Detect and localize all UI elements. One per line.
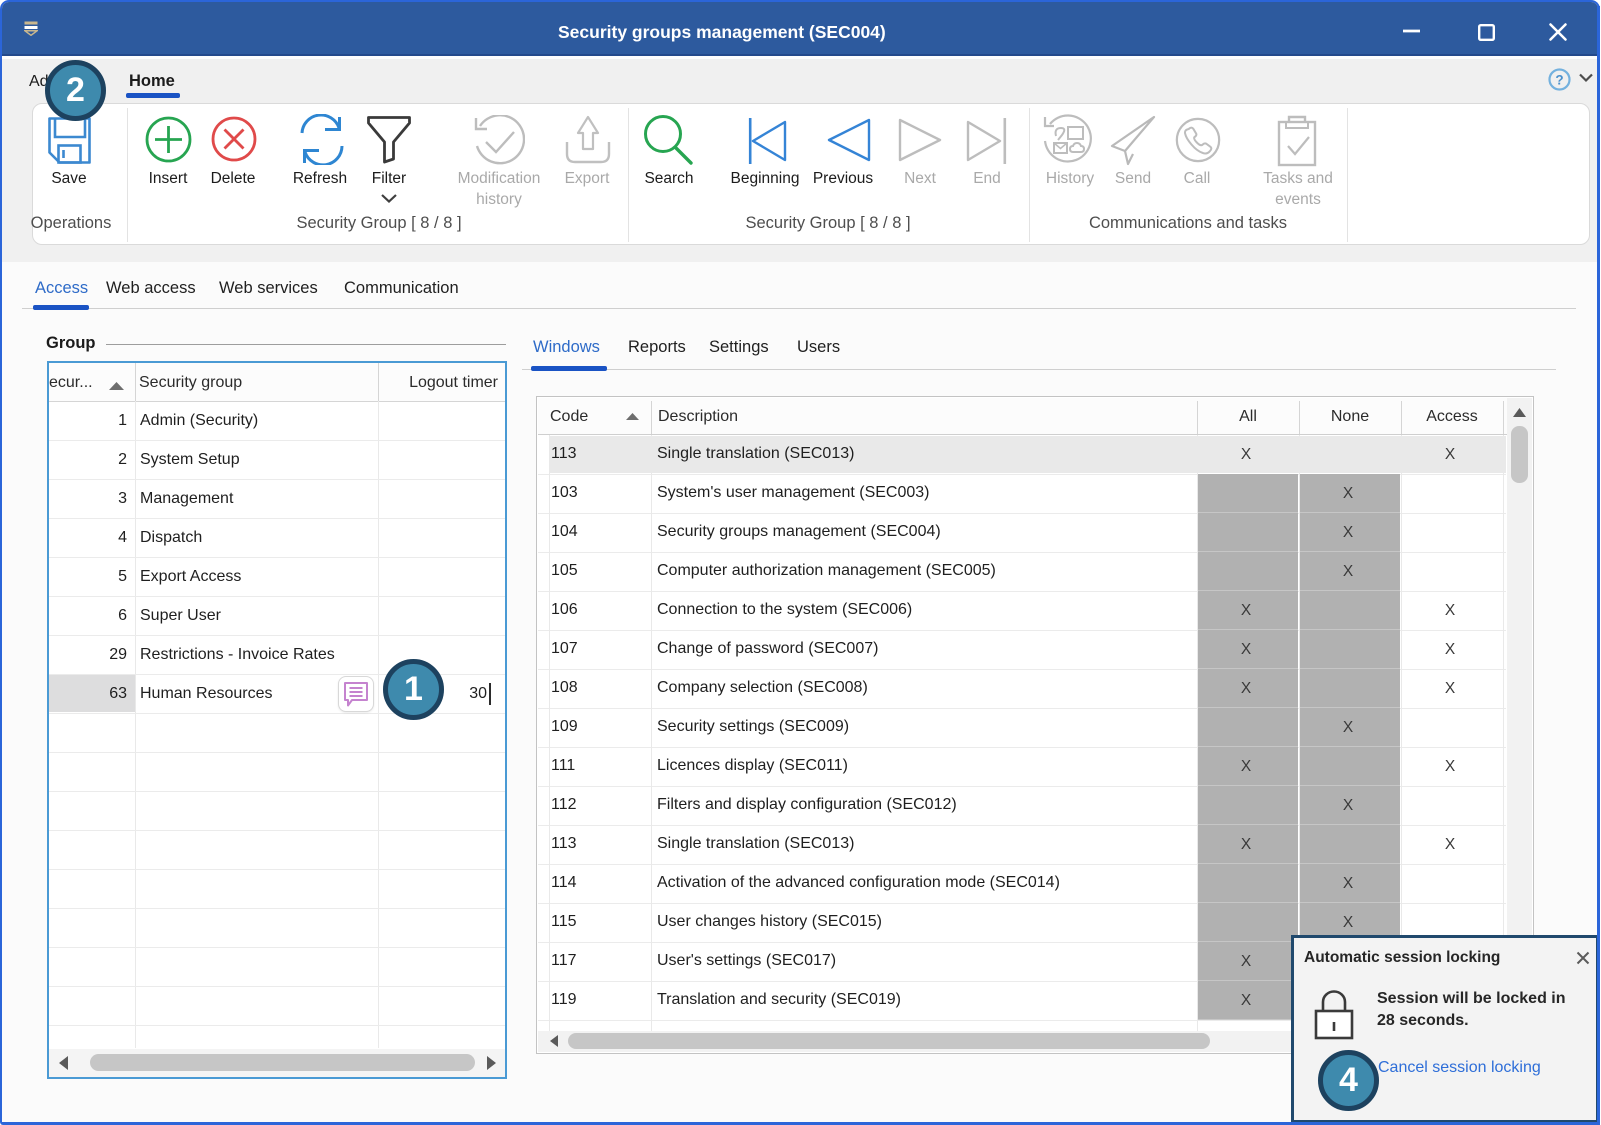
svg-text:?: ?	[1555, 73, 1563, 88]
